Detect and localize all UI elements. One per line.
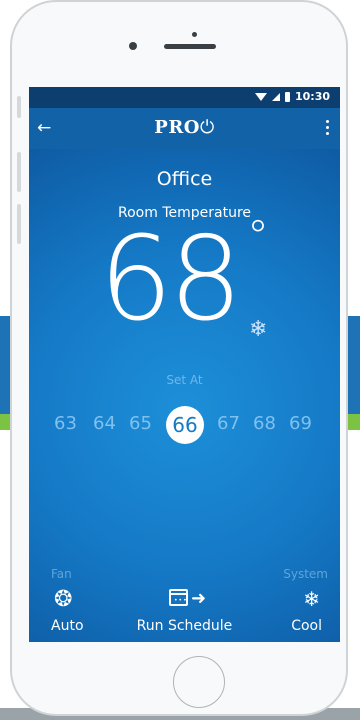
calendar-arrow-icon[interactable]: ••• ➜ bbox=[169, 587, 209, 611]
fan-label: Fan bbox=[51, 567, 72, 581]
snowflake-icon[interactable]: ❄ bbox=[303, 587, 320, 611]
system-label: System bbox=[283, 567, 328, 581]
status-time: 10:30 bbox=[294, 90, 330, 103]
setpoint-option[interactable]: 69 bbox=[289, 413, 312, 434]
side-button bbox=[17, 152, 21, 192]
front-camera bbox=[192, 32, 197, 37]
setpoint-selected[interactable]: 66 bbox=[166, 406, 204, 444]
side-button bbox=[17, 204, 21, 244]
system-mode-button[interactable]: Cool bbox=[291, 618, 322, 634]
setpoint-option[interactable]: 65 bbox=[129, 413, 152, 434]
side-button bbox=[17, 96, 21, 118]
setpoint-option[interactable]: 63 bbox=[54, 413, 77, 434]
wifi-icon bbox=[254, 92, 267, 101]
app-logo: PRO⏻ bbox=[154, 117, 215, 138]
front-sensor bbox=[129, 42, 137, 50]
signal-icon bbox=[271, 92, 280, 101]
battery-icon bbox=[284, 91, 290, 102]
setpoint-scale: 63 64 65 66 67 68 69 bbox=[29, 406, 340, 449]
cooling-snowflake-icon: ❄ bbox=[249, 317, 268, 342]
setpoint-option[interactable]: 67 bbox=[217, 413, 240, 434]
room-name: Office bbox=[156, 168, 213, 190]
fan-icon[interactable]: ❂ bbox=[54, 587, 72, 612]
degree-symbol: ° bbox=[247, 211, 269, 262]
app-bar: ← PRO⏻ bbox=[29, 108, 340, 149]
home-button[interactable] bbox=[173, 656, 225, 708]
setpoint-option[interactable]: 68 bbox=[253, 413, 276, 434]
overflow-menu-icon[interactable] bbox=[326, 120, 330, 138]
earpiece-speaker bbox=[164, 44, 216, 49]
status-bar: 10:30 bbox=[29, 87, 340, 108]
app-screen: 10:30 ← PRO⏻ Office Room Temperature 68 … bbox=[29, 87, 340, 642]
set-at-label: Set At bbox=[166, 373, 203, 387]
setpoint-option[interactable]: 64 bbox=[93, 413, 116, 434]
current-temperature: 68 bbox=[99, 212, 243, 347]
